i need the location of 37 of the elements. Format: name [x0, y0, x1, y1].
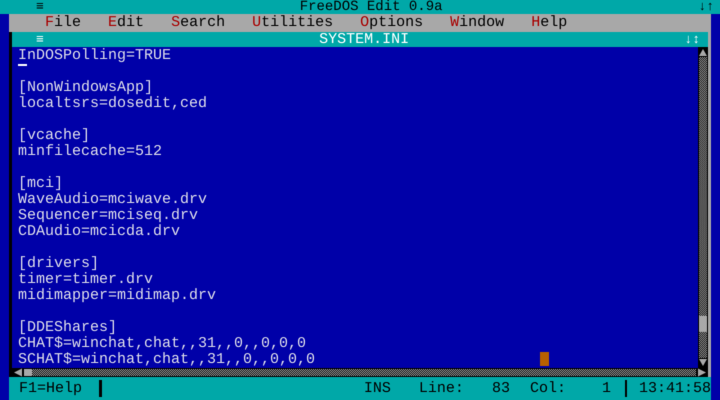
menu-item[interactable]: Window [450, 14, 504, 32]
window-title: FreeDOS Edit 0.9a [300, 0, 443, 14]
text-line: midimapper=midimap.drv [18, 288, 216, 304]
window-menu-glyph[interactable]: ≡ [36, 0, 44, 14]
text-line: [vcache] [18, 128, 90, 144]
menu-item[interactable]: File [45, 14, 82, 32]
insert-mode: INS [364, 380, 391, 397]
menu-item[interactable]: Options [360, 14, 424, 32]
text-line: [mci] [18, 176, 64, 192]
text-line: localtsrs=dosedit,ced [18, 96, 208, 112]
horizontal-scrollbar[interactable] [12, 368, 708, 377]
menu-item[interactable]: Utilities [252, 14, 334, 32]
clock-time: 13:41:58 [624, 380, 711, 397]
vertical-scrollbar[interactable] [698, 47, 708, 368]
text-line: SCHAT$=winchat,chat,,31,,0,,0,0,0 [18, 352, 316, 368]
text-cursor [18, 64, 27, 66]
resize-glyph[interactable]: ↓↑ [698, 0, 714, 14]
text-line: Sequencer=mciseq.drv [18, 208, 198, 224]
text-line: [drivers] [18, 256, 100, 272]
line-number: 83 [492, 380, 510, 397]
column-number: 1 [602, 380, 611, 397]
text-line: CHAT$=winchat,chat,,31,,0,,0,0,0 [18, 336, 306, 352]
text-line: WaveAudio=mciwave.drv [18, 192, 208, 208]
document-title: SYSTEM.INI [319, 32, 410, 47]
block-cursor [540, 352, 549, 366]
text-line: [DDEShares] [18, 320, 118, 336]
help-hint: F1=Help [9, 380, 102, 397]
menu-item[interactable]: Help [531, 14, 568, 32]
menu-item[interactable]: Edit [108, 14, 144, 32]
text-line: [NonWindowsApp] [18, 80, 154, 96]
menu-item[interactable]: Search [171, 14, 226, 32]
text-line: minfilecache=512 [18, 144, 162, 160]
column-label: Col: [530, 380, 566, 397]
line-label: Line: [418, 380, 464, 397]
text-line: InDOSPolling=TRUE [18, 48, 172, 64]
text-line: CDAudio=mcicda.drv [18, 224, 180, 240]
text-line: timer=timer.drv [18, 272, 154, 288]
